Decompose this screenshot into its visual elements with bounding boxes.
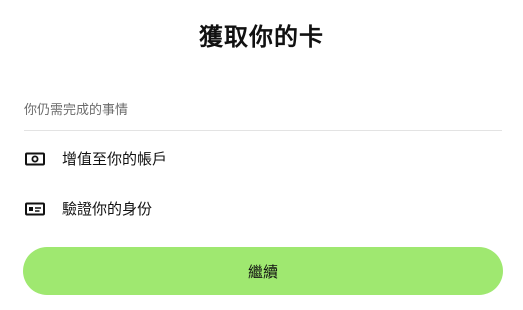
task-label: 增值至你的帳戶 [62, 150, 168, 168]
task-top-up-account[interactable]: 增值至你的帳戶 [24, 145, 502, 173]
page-title: 獲取你的卡 [199, 23, 324, 51]
section-label: 你仍需完成的事情 [24, 103, 129, 118]
continue-button[interactable]: 繼續 [23, 247, 503, 295]
task-verify-identity[interactable]: 驗證你的身份 [24, 195, 502, 223]
task-label: 驗證你的身份 [62, 200, 153, 218]
divider [24, 130, 502, 131]
id-card-icon [24, 201, 46, 217]
cash-icon [24, 151, 46, 167]
